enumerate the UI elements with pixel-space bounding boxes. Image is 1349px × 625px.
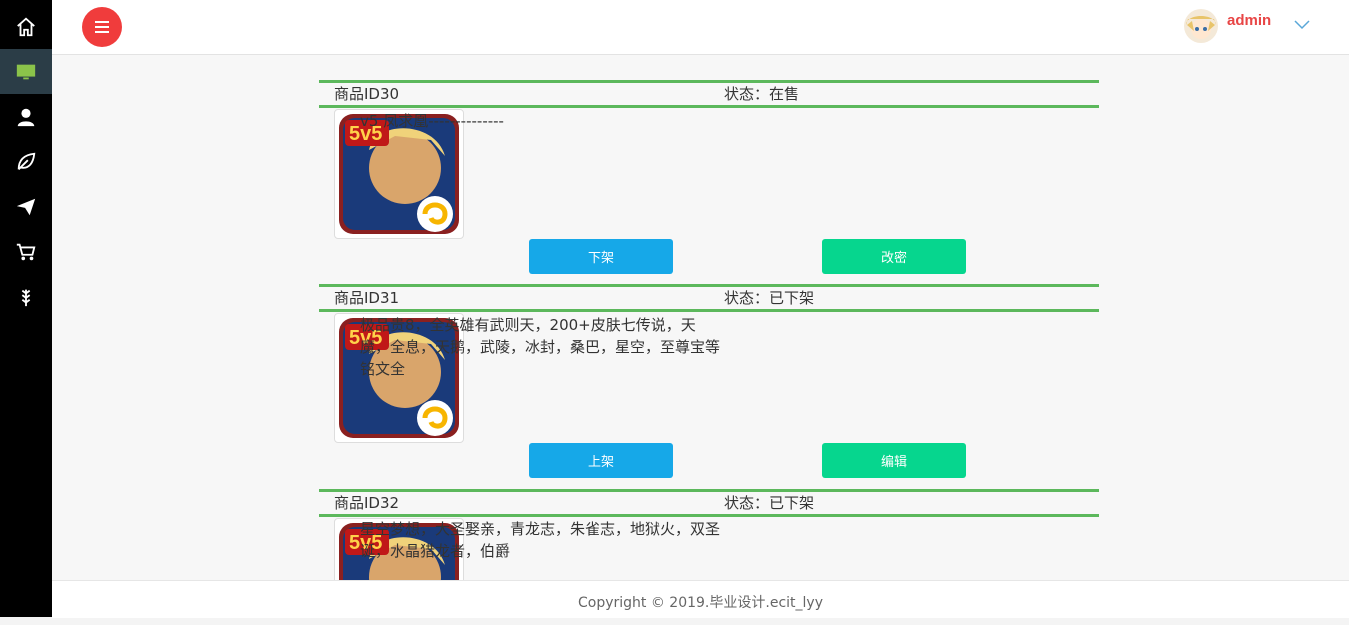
chevron-down-icon[interactable] — [1294, 18, 1310, 30]
product-list: 商品ID30 状态：在售 5v5 v5 凤求凰-------------- 下架… — [52, 55, 1349, 580]
sidebar-item-send[interactable] — [0, 184, 52, 229]
edit-button[interactable]: 编辑 — [822, 443, 966, 478]
avatar[interactable] — [1184, 9, 1218, 43]
sidebar-item-leaf[interactable] — [0, 139, 52, 184]
home-icon — [17, 17, 35, 36]
sidebar-item-wheat[interactable] — [0, 274, 52, 319]
sidebar-item-cart[interactable] — [0, 229, 52, 274]
cart-icon — [16, 243, 36, 260]
leaf-icon — [17, 152, 36, 170]
product-card: 商品ID32 状态：已下架 — [319, 489, 1099, 517]
change-password-button[interactable]: 改密 — [822, 239, 966, 274]
product-card: 商品ID31 状态：已下架 — [319, 284, 1099, 312]
product-description: 极品贵8，全英雄有武则天，200+皮肤七传说，天魔，全息，天鹅，武陵，冰封，桑巴… — [360, 316, 721, 378]
product-id: 商品ID30 — [334, 85, 400, 103]
monitor-icon — [16, 64, 36, 79]
hamburger-icon — [95, 21, 109, 33]
product-header: 商品ID32 状态：已下架 — [319, 489, 1099, 517]
footer: Copyright © 2019.毕业设计.ecit_lyy — [52, 580, 1349, 618]
product-status: 状态：已下架 — [724, 494, 815, 512]
top-bar: admin — [52, 0, 1349, 55]
product-header: 商品ID31 状态：已下架 — [319, 284, 1099, 312]
menu-toggle-button[interactable] — [82, 7, 122, 47]
username[interactable]: admin — [1227, 12, 1271, 29]
sidebar — [0, 0, 52, 617]
product-card: 商品ID30 状态：在售 — [319, 80, 1099, 108]
list-button[interactable]: 上架 — [529, 443, 673, 478]
product-header: 商品ID30 状态：在售 — [319, 80, 1099, 108]
unlist-button[interactable]: 下架 — [529, 239, 673, 274]
product-description: v5 凤求凰-------------- — [360, 112, 504, 130]
sidebar-item-home[interactable] — [0, 4, 52, 49]
product-description: 星空梦想，大圣娶亲，青龙志，朱雀志，地狱火，双圣诞，水晶猎龙者，伯爵 — [360, 520, 721, 560]
copyright-text: Copyright © 2019.毕业设计.ecit_lyy — [578, 595, 823, 611]
product-status: 状态：在售 — [724, 85, 800, 103]
user-icon — [17, 108, 35, 126]
sidebar-item-dashboard[interactable] — [0, 49, 52, 94]
product-id: 商品ID32 — [334, 494, 400, 512]
product-id: 商品ID31 — [334, 289, 400, 307]
sidebar-item-user[interactable] — [0, 94, 52, 139]
wheat-icon — [21, 289, 31, 306]
send-icon — [16, 198, 36, 215]
product-status: 状态：已下架 — [724, 289, 815, 307]
